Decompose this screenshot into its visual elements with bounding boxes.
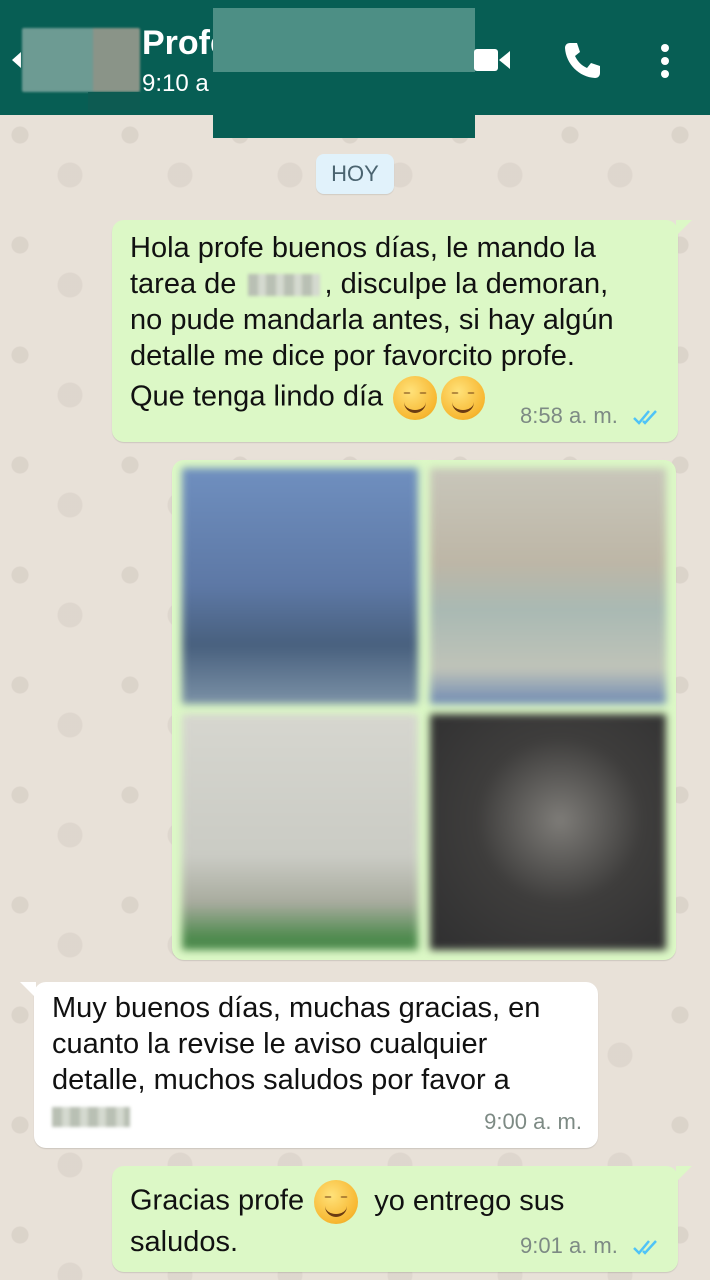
message-text-line: detalle, muchos saludos por favor a: [52, 1064, 510, 1096]
message-text-fragment: Que tenga lindo día: [130, 380, 384, 413]
message-text-line: Muy buenos días, muchas gracias, en: [52, 992, 541, 1024]
redacted-name: [52, 1107, 130, 1128]
incoming-message[interactable]: Muy buenos días, muchas gracias, en cuan…: [34, 982, 598, 1148]
avatar[interactable]: [22, 28, 140, 92]
video-call-icon[interactable]: [474, 46, 510, 74]
image-thumbnail[interactable]: [182, 714, 418, 950]
phone-icon[interactable]: [562, 40, 602, 80]
smiling-face-emoji-icon: [314, 1180, 359, 1224]
image-thumbnail[interactable]: [430, 468, 666, 704]
bubble-tail: [20, 982, 36, 998]
smiling-face-emoji-icon: [393, 376, 438, 420]
date-chip: HOY: [316, 154, 394, 194]
name-redaction: [213, 8, 475, 72]
name-redaction-lower: [213, 72, 475, 138]
double-check-read-icon: [633, 410, 657, 426]
last-seen-status: 9:10 a: [142, 70, 209, 97]
message-text-fragment: Gracias profe: [130, 1184, 305, 1217]
message-text-fragment: , disculpe la demoran,: [324, 268, 609, 300]
bubble-tail: [676, 1166, 692, 1182]
double-check-read-icon: [633, 1240, 657, 1256]
contact-name[interactable]: Profe: [142, 24, 222, 63]
message-text-fragment: yo entrego sus: [374, 1184, 565, 1217]
image-thumbnail[interactable]: [182, 468, 418, 704]
back-arrow-icon[interactable]: [12, 52, 21, 68]
message-text-line-2: tarea de , disculpe la demoran,: [130, 266, 670, 302]
blushing-face-emoji-icon: [441, 376, 486, 420]
image-album[interactable]: [172, 460, 676, 960]
message-text-line: Hola profe buenos días, le mando la: [130, 232, 596, 264]
message-meta: 8:58 a. m.: [520, 398, 662, 434]
more-vert-icon[interactable]: [655, 42, 675, 80]
redacted-name: [248, 274, 321, 297]
message-text-line: cuanto la revise le aviso cualquier: [52, 1028, 488, 1060]
message-text-line: no pude mandarla antes, si hay algún: [130, 304, 614, 336]
message-meta: 9:01 a. m.: [520, 1228, 662, 1264]
avatar-redaction: [88, 92, 140, 110]
outgoing-message[interactable]: Hola profe buenos días, le mando la tare…: [112, 220, 678, 442]
message-time: 8:58 a. m.: [520, 403, 618, 428]
bubble-tail: [676, 220, 692, 236]
message-time: 9:01 a. m.: [520, 1233, 618, 1258]
image-thumbnail[interactable]: [430, 714, 666, 950]
message-text-fragment: tarea de: [130, 268, 237, 300]
outgoing-message[interactable]: Gracias profe yo entrego sus saludos. 9:…: [112, 1166, 678, 1272]
message-text-line: detalle me dice por favorcito profe.: [130, 340, 575, 372]
message-time: 9:00 a. m.: [484, 1109, 582, 1134]
message-meta: 9:00 a. m.: [484, 1104, 582, 1140]
chat-header: Profe 9:10 a: [0, 0, 710, 138]
message-text-line-1: Gracias profe yo entrego sus: [130, 1180, 670, 1224]
